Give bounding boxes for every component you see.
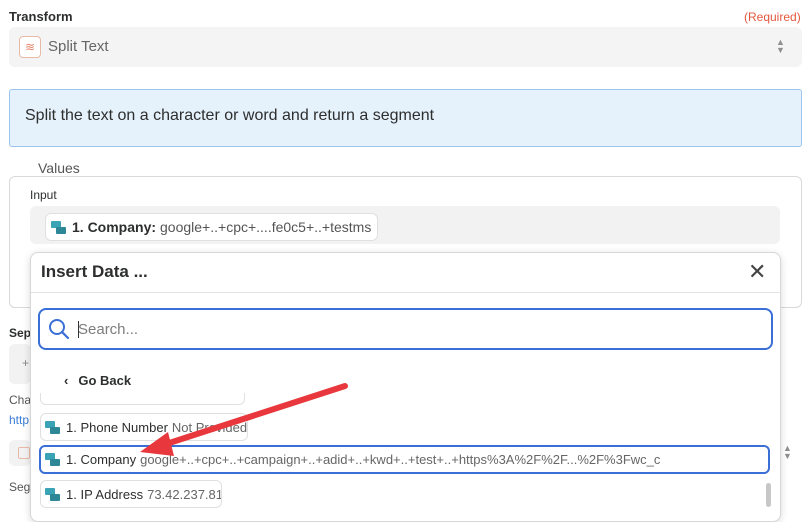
transform-label: Transform (9, 9, 73, 24)
help-link[interactable]: http (9, 413, 29, 427)
sort-arrows-icon[interactable]: ▲ ▼ (776, 38, 785, 55)
transform-selected-value: Split Text (48, 38, 109, 55)
popup-divider (31, 292, 780, 293)
list-item-phone-number[interactable]: 1. Phone Number Not Provided (40, 413, 248, 441)
item-value: 73.42.237.81 (147, 486, 222, 502)
segment-label: Seg (9, 480, 31, 494)
pushstart-app-icon (45, 487, 60, 501)
search-placeholder: Search... (78, 321, 139, 338)
separator-add-icon[interactable]: + (22, 356, 29, 370)
pushstart-app-icon (45, 420, 60, 434)
separator-label: Sep (9, 326, 32, 340)
list-item-partial[interactable] (40, 393, 245, 405)
search-icon (49, 319, 70, 340)
pushstart-app-icon (45, 453, 60, 466)
popup-title: Insert Data ... (41, 262, 148, 281)
character-label: Cha (9, 393, 32, 407)
transform-select[interactable] (9, 27, 802, 67)
required-indicator: (Required) (744, 10, 801, 24)
pushstart-app-icon (51, 220, 66, 234)
chevron-left-icon: ‹ (64, 373, 69, 388)
pill-key: 1. Company: (72, 219, 157, 235)
item-key: 1. Phone Number (66, 419, 168, 435)
item-value: google+..+cpc+..+campaign+..+adid+..+kwd… (140, 452, 661, 467)
pill-value: google+..+cpc+....fe0c5+..+testms (160, 219, 372, 235)
info-banner-text: Split the text on a character or word an… (25, 107, 435, 124)
go-back-label: Go Back (78, 373, 132, 388)
list-item-company[interactable]: 1. Company google+..+cpc+..+campaign+..+… (39, 445, 770, 474)
segment-sort-icon[interactable]: ▲ ▼ (783, 444, 792, 461)
input-label: Input (30, 188, 57, 202)
input-data-pill[interactable]: 1. Company: google+..+cpc+....fe0c5+..+t… (45, 213, 379, 241)
close-icon[interactable]: ✕ (748, 259, 766, 285)
values-legend: Values (30, 160, 88, 176)
popup-scrollbar[interactable] (766, 483, 771, 507)
item-value: Not Provided (171, 419, 248, 435)
list-item-ip-address[interactable]: 1. IP Address 73.42.237.81 (40, 480, 222, 508)
go-back-button[interactable]: ‹ Go Back (64, 373, 131, 388)
search-input[interactable] (38, 308, 773, 350)
text-cursor (78, 321, 79, 338)
segment-app-icon (18, 447, 30, 459)
item-key: 1. Company (66, 452, 137, 467)
split-text-app-icon: ≋ (19, 36, 41, 58)
item-key: 1. IP Address (66, 486, 144, 502)
